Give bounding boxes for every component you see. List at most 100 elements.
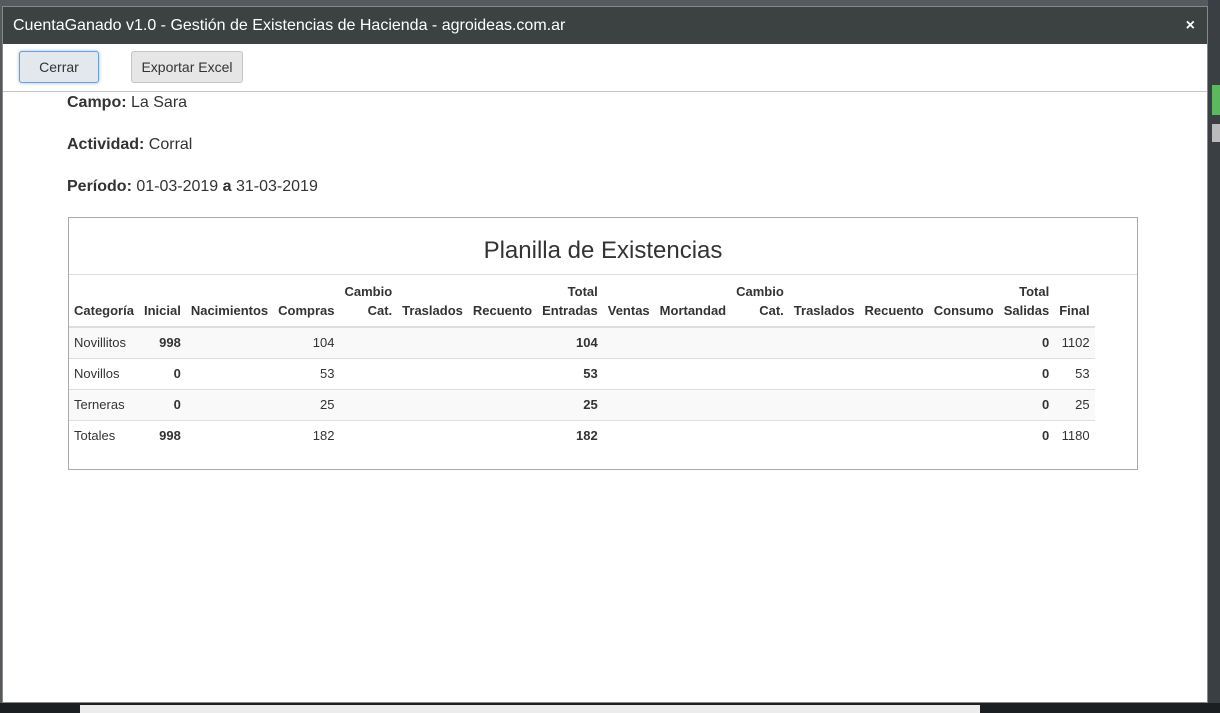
table-row: Novillitos 998 104 104 0 1102 (69, 327, 1095, 359)
table-cell (928, 389, 999, 421)
column-header: Total Entradas (537, 278, 603, 328)
table-cell: Totales (69, 420, 139, 451)
table-cell: 182 (273, 420, 340, 451)
table-cell (928, 358, 999, 390)
table-cell: 998 (138, 327, 186, 359)
close-icon[interactable]: × (1186, 7, 1195, 44)
dialog-titlebar[interactable]: CuentaGanado v1.0 - Gestión de Existenci… (3, 7, 1207, 44)
table-cell: 53 (273, 358, 340, 390)
column-header: Categoría (69, 278, 139, 328)
background-window-edge (1208, 0, 1220, 713)
campo-value: La Sara (131, 94, 188, 111)
column-header: Ventas (602, 278, 655, 328)
table-cell (788, 420, 860, 451)
table-cell (467, 420, 538, 451)
table-cell (788, 389, 860, 421)
table-cell (185, 327, 274, 359)
button-pane: Cerrar Exportar Excel (3, 44, 1207, 92)
table-cell: 25 (537, 389, 603, 421)
column-header: Inicial (138, 278, 186, 328)
table-cell: 104 (273, 327, 340, 359)
table-cell (731, 389, 789, 421)
table-cell: 53 (1054, 358, 1095, 390)
table-cell (339, 420, 398, 451)
column-header: Final (1054, 278, 1095, 328)
table-cell (654, 420, 732, 451)
table-cell: Terneras (69, 389, 139, 421)
periodo-from: 01-03-2019 (136, 178, 219, 195)
table-cell: 53 (537, 358, 603, 390)
column-header: Traslados (788, 278, 860, 328)
table-cell: 0 (998, 389, 1055, 421)
background-accent (1212, 85, 1220, 115)
periodo-label: Período: (67, 178, 132, 195)
table-cell (602, 358, 655, 390)
table-cell: 25 (1054, 389, 1095, 421)
background-bottom-edge (0, 703, 1220, 713)
table-row: Terneras 0 25 25 0 25 (69, 389, 1095, 421)
column-header: Cambio Cat. (731, 278, 789, 328)
table-cell (339, 358, 398, 390)
existencias-table: Categoría Inicial Nacimientos Compras Cambio… (69, 278, 1095, 451)
table-cell (602, 420, 655, 451)
table-cell: 0 (138, 389, 186, 421)
column-header: Mortandad (654, 278, 732, 328)
column-header: Nacimientos (185, 278, 274, 328)
table-cell (731, 358, 789, 390)
actividad-line: Actividad: Corral (67, 136, 192, 154)
table-cell (467, 358, 538, 390)
periodo-to: 31-03-2019 (236, 178, 318, 195)
actividad-label: Actividad: (67, 136, 145, 153)
column-header: Cambio Cat. (339, 278, 398, 328)
table-cell: 25 (273, 389, 340, 421)
table-cell (185, 420, 274, 451)
table-cell (928, 420, 999, 451)
table-row: Totales 998 182 182 0 1180 (69, 420, 1095, 451)
table-cell: 0 (998, 327, 1055, 359)
table-body: Novillitos 998 104 104 0 1102 Novillos 0 53 53 0 53… (69, 327, 1095, 451)
table-cell (859, 327, 929, 359)
background-control (1212, 124, 1220, 142)
table-cell (859, 420, 929, 451)
column-header: Consumo (928, 278, 999, 328)
actividad-value: Corral (148, 136, 193, 153)
table-cell (467, 327, 538, 359)
table-cell (185, 358, 274, 390)
table-cell: 1180 (1054, 420, 1095, 451)
close-button[interactable]: Cerrar (19, 51, 99, 83)
column-header: Recuento (467, 278, 538, 328)
table-cell: Novillos (69, 358, 139, 390)
table-cell (788, 327, 860, 359)
column-header: Compras (273, 278, 340, 328)
table-cell (397, 420, 468, 451)
table-cell (654, 389, 732, 421)
table-cell: 0 (998, 358, 1055, 390)
table-cell (731, 327, 789, 359)
table-header-row: Categoría Inicial Nacimientos Compras Cambio… (69, 278, 1095, 328)
table-cell (859, 389, 929, 421)
export-excel-button[interactable]: Exportar Excel (131, 51, 243, 83)
table-cell: 1102 (1054, 327, 1095, 359)
table-cell (397, 389, 468, 421)
table-cell: 0 (138, 358, 186, 390)
campo-line: Campo: La Sara (67, 94, 187, 112)
existencias-panel: Planilla de Existencias Categoría Inicial… (68, 217, 1138, 470)
panel-title: Planilla de Existencias (69, 218, 1137, 275)
table-cell (397, 358, 468, 390)
table-cell: 998 (138, 420, 186, 451)
campo-label: Campo: (67, 94, 127, 111)
table-cell (928, 327, 999, 359)
column-header: Traslados (397, 278, 468, 328)
table-cell: Novillitos (69, 327, 139, 359)
table-cell (788, 358, 860, 390)
table-cell (467, 389, 538, 421)
table-cell (654, 358, 732, 390)
table-cell (654, 327, 732, 359)
table-cell (602, 389, 655, 421)
column-header: Total Salidas (998, 278, 1055, 328)
table-cell (397, 327, 468, 359)
table-cell (339, 389, 398, 421)
dialog-title: CuentaGanado v1.0 - Gestión de Existenci… (13, 17, 566, 34)
periodo-separator: a (222, 178, 232, 195)
table-cell: 182 (537, 420, 603, 451)
